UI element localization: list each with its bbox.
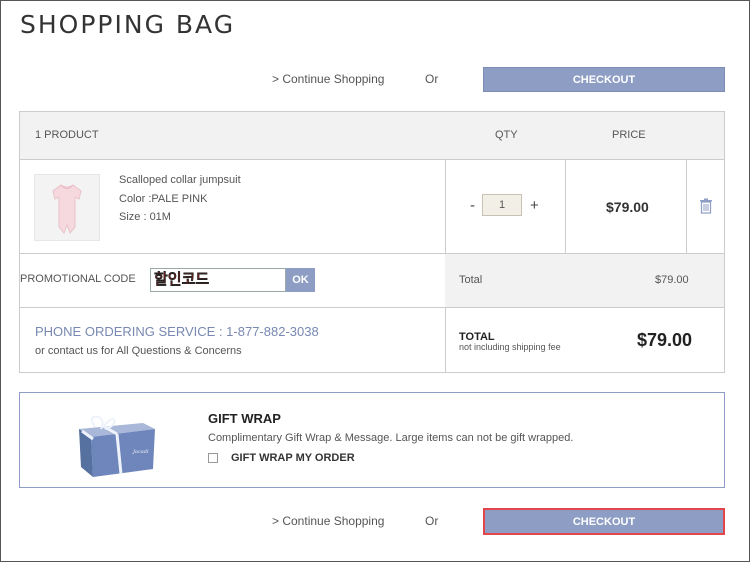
phone-ordering-link[interactable]: PHONE ORDERING SERVICE : 1-877-882-3038 <box>35 324 319 339</box>
column-divider <box>686 159 687 254</box>
cart-header: 1 PRODUCT QTY PRICE <box>20 112 724 160</box>
promo-ok-button[interactable]: OK <box>286 268 315 292</box>
gift-wrap-checkbox[interactable] <box>208 453 218 463</box>
cart-table: 1 PRODUCT QTY PRICE Scalloped collar jum… <box>19 111 725 373</box>
qty-input[interactable]: 1 <box>482 194 522 216</box>
or-text-top: Or <box>425 72 439 86</box>
product-color: Color :PALE PINK <box>119 193 208 205</box>
grand-total-value: $79.00 <box>637 330 693 350</box>
promo-code-label: PROMOTIONAL CODE <box>20 273 136 285</box>
qty-decrease-button[interactable]: - <box>470 197 475 214</box>
product-thumbnail[interactable] <box>34 174 100 241</box>
or-text-bottom: Or <box>425 514 439 528</box>
product-size: Size : 01M <box>119 211 171 223</box>
price-header: PRICE <box>612 129 646 141</box>
product-name[interactable]: Scalloped collar jumpsuit <box>119 174 241 186</box>
continue-shopping-link-top[interactable]: > Continue Shopping <box>272 72 384 86</box>
row-divider <box>20 307 724 308</box>
jumpsuit-image <box>52 184 82 234</box>
column-divider <box>565 159 566 254</box>
total-value: $79.00 <box>655 274 689 286</box>
product-count-header: 1 PRODUCT <box>35 129 99 141</box>
qty-header: QTY <box>495 129 518 141</box>
checkout-button-bottom[interactable]: CHECKOUT <box>483 508 725 535</box>
gift-wrap-description: Complimentary Gift Wrap & Message. Large… <box>208 432 574 444</box>
total-label: Total <box>459 274 483 286</box>
checkout-button-top[interactable]: CHECKOUT <box>483 67 725 92</box>
gift-wrap-checkbox-label[interactable]: GIFT WRAP MY ORDER <box>231 452 355 464</box>
gift-wrap-panel: Jacadi GIFT WRAP Complimentary Gift Wrap… <box>19 392 725 488</box>
gift-wrap-title: GIFT WRAP <box>208 411 281 426</box>
trash-icon[interactable] <box>699 198 713 219</box>
qty-increase-button[interactable]: + <box>530 197 539 214</box>
contact-text: or contact us for All Questions & Concer… <box>35 345 242 357</box>
gift-box-icon: Jacadi <box>73 407 161 484</box>
svg-text:Jacadi: Jacadi <box>132 449 149 455</box>
page-title: SHOPPING BAG <box>20 10 236 39</box>
continue-shopping-link-bottom[interactable]: > Continue Shopping <box>272 514 384 528</box>
item-price: $79.00 <box>606 199 649 215</box>
promo-code-input[interactable]: 할인코드 <box>150 268 286 292</box>
shipping-note: not including shipping fee <box>459 342 561 352</box>
